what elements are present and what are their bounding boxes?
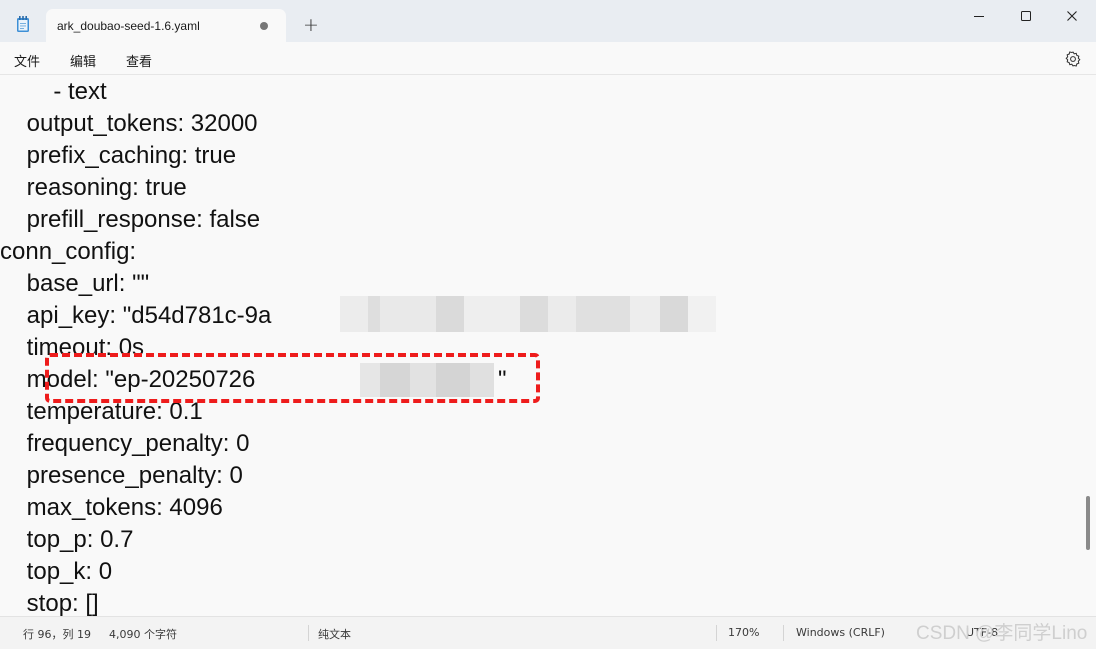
status-divider (716, 625, 717, 641)
maximize-icon (1021, 11, 1031, 21)
text-format: 纯文本 (318, 628, 351, 641)
code-line: prefill_response: false (0, 206, 261, 233)
close-icon (1067, 11, 1077, 21)
vertical-scrollbar[interactable] (1086, 496, 1090, 550)
code-line: prefix_caching: true (0, 142, 237, 169)
tab-title: ark_doubao-seed-1.6.yaml (57, 19, 200, 33)
cursor-position[interactable]: 行 96，列 19 (23, 626, 91, 642)
code-line: base_url: "" (0, 270, 150, 297)
tab-file[interactable]: ark_doubao-seed-1.6.yaml (46, 9, 286, 43)
code-line: top_p: 0.7 (0, 526, 134, 553)
status-divider (783, 625, 784, 641)
minimize-button[interactable] (956, 0, 1002, 32)
gear-icon[interactable] (1064, 50, 1082, 68)
code-line: output_tokens: 32000 (0, 110, 258, 137)
char-count: 4,090 个字符 (109, 628, 177, 641)
maximize-button[interactable] (1003, 0, 1049, 32)
code-line: presence_penalty: 0 (0, 462, 243, 489)
code-line-api-key: api_key: "d54d781c-9a (0, 302, 272, 329)
title-bar: ark_doubao-seed-1.6.yaml + (0, 0, 1096, 43)
minimize-icon (974, 16, 984, 17)
unsaved-dot-icon[interactable] (260, 22, 268, 30)
csdn-watermark: CSDN @李同学Lino (916, 623, 1088, 644)
menu-bar: 文件 编辑 查看 (0, 42, 1096, 75)
line-ending[interactable]: Windows (CRLF) (796, 626, 885, 639)
menu-view[interactable]: 查看 (126, 51, 152, 70)
code-line: max_tokens: 4096 (0, 494, 223, 521)
code-line: top_k: 0 (0, 558, 113, 585)
model-highlight-box (45, 353, 540, 403)
code-line: conn_config: (0, 238, 137, 265)
code-line: stop: [] (0, 590, 99, 616)
notepad-icon (17, 16, 29, 32)
close-button[interactable] (1049, 0, 1095, 32)
code-line: frequency_penalty: 0 (0, 430, 250, 457)
zoom-level[interactable]: 170% (728, 626, 759, 639)
menu-edit[interactable]: 编辑 (70, 51, 96, 70)
status-bar: 行 96，列 19 4,090 个字符 纯文本 170% Windows (CR… (0, 616, 1096, 649)
menu-file[interactable]: 文件 (14, 51, 40, 70)
status-divider (308, 625, 309, 641)
code-line: reasoning: true (0, 174, 187, 201)
code-line: - text (0, 78, 107, 105)
text-editor[interactable]: - text output_tokens: 32000 prefix_cachi… (0, 75, 1088, 616)
new-tab-button[interactable]: + (300, 14, 322, 36)
api-key-redaction (340, 296, 716, 332)
